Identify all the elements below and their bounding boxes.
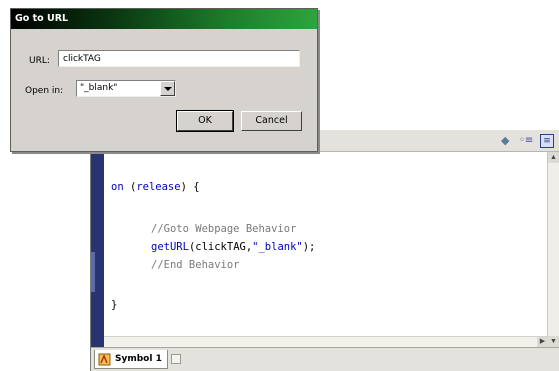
code-line-geturl: getURL(clickTAG,"_blank");	[151, 240, 315, 254]
go-to-url-dialog: Go to URL URL: Open in: "_blank" OK Canc…	[10, 8, 318, 152]
cancel-button[interactable]: Cancel	[241, 111, 302, 131]
view-options-icon[interactable]: ≡	[540, 134, 554, 148]
pin-tab-icon[interactable]	[171, 354, 181, 364]
open-in-label: Open in:	[25, 86, 64, 96]
scroll-up-icon[interactable]: ▲	[548, 152, 559, 163]
tab-label: Symbol 1	[115, 354, 162, 364]
actions-editor: ◆ ◦≡ ≡ on (release) { //Goto Webpage Beh…	[90, 130, 559, 371]
code-line-1: on (release) {	[111, 180, 200, 194]
open-in-select[interactable]: "_blank"	[76, 80, 176, 97]
url-input[interactable]	[58, 50, 300, 67]
vertical-scrollbar[interactable]: ▲ ▼	[547, 152, 559, 347]
code-string: "_blank"	[252, 241, 303, 253]
code-closing-brace: }	[111, 299, 118, 311]
scroll-right-icon[interactable]: ▶	[537, 337, 548, 347]
keyword-on: on	[111, 181, 124, 193]
dialog-title: Go to URL	[15, 13, 69, 24]
open-in-value: "_blank"	[80, 83, 118, 93]
function-geturl: getURL	[151, 241, 189, 253]
url-label: URL:	[29, 56, 50, 66]
horizontal-scrollbar[interactable]: ▶	[104, 336, 548, 347]
code-text: );	[302, 241, 316, 253]
movieclip-symbol-icon	[98, 353, 111, 366]
ok-button[interactable]: OK	[176, 110, 234, 132]
line-gutter	[91, 152, 104, 347]
scroll-down-icon[interactable]: ▼	[548, 336, 559, 347]
code-comment-end: //End Behavior	[151, 259, 240, 271]
gutter-highlight	[91, 252, 95, 292]
reference-icon[interactable]: ◦≡	[519, 134, 533, 148]
chevron-down-icon[interactable]	[160, 81, 175, 96]
code-text: (	[123, 181, 137, 193]
code-text: (clickTAG,	[188, 241, 253, 253]
dialog-titlebar[interactable]: Go to URL	[11, 9, 317, 29]
tab-symbol-1[interactable]: Symbol 1	[94, 350, 168, 369]
keyword-release: release	[136, 181, 181, 193]
pin-script-icon[interactable]: ◆	[501, 134, 509, 148]
code-text: ) {	[180, 181, 200, 193]
script-tab-bar: Symbol 1	[91, 347, 559, 371]
code-comment-goto: //Goto Webpage Behavior	[151, 223, 297, 235]
